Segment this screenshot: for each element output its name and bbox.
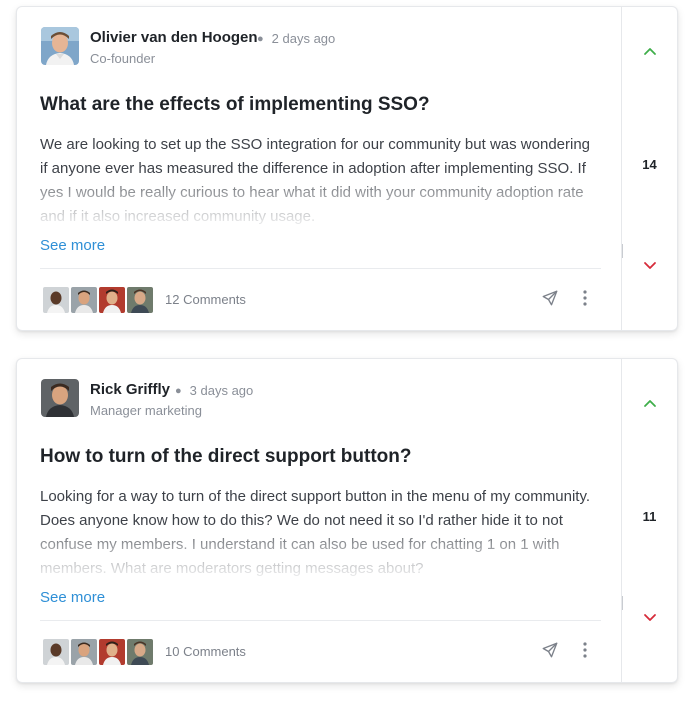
separator-dot: ● bbox=[257, 33, 264, 45]
vote-column: 14 bbox=[621, 7, 677, 330]
chevron-down-icon[interactable] bbox=[643, 259, 657, 277]
more-vertical-icon[interactable] bbox=[577, 640, 593, 665]
divider bbox=[40, 620, 601, 621]
post-time-text: 3 days ago bbox=[189, 383, 254, 398]
post-content: Rick Griffly ● 3 days ago Manager marketi… bbox=[17, 359, 624, 682]
post-card: Rick Griffly ● 3 days ago Manager marketi… bbox=[16, 358, 678, 683]
see-more-link[interactable]: See more bbox=[40, 589, 105, 606]
vote-count: 14 bbox=[642, 157, 657, 172]
vote-column: 11 bbox=[621, 359, 677, 682]
post-title[interactable]: How to turn of the direct support button… bbox=[40, 446, 412, 468]
post-time-text: 2 days ago bbox=[271, 31, 336, 46]
chevron-up-icon[interactable] bbox=[643, 396, 657, 414]
participant-avatar[interactable] bbox=[70, 638, 98, 666]
post-body: Looking for a way to turn of the direct … bbox=[40, 488, 591, 577]
author-avatar[interactable] bbox=[41, 27, 79, 65]
author-name[interactable]: Olivier van den Hoogen bbox=[90, 29, 258, 46]
divider bbox=[40, 268, 601, 269]
participant-avatar[interactable] bbox=[126, 638, 154, 666]
author-name[interactable]: Rick Griffly bbox=[90, 381, 170, 398]
post-time: ● 2 days ago bbox=[257, 31, 335, 46]
post-title[interactable]: What are the effects of implementing SSO… bbox=[40, 94, 430, 116]
participant-avatar[interactable] bbox=[70, 286, 98, 314]
participant-avatar[interactable] bbox=[42, 286, 70, 314]
chevron-up-icon[interactable] bbox=[643, 44, 657, 62]
send-icon[interactable] bbox=[541, 289, 559, 312]
post-time: ● 3 days ago bbox=[175, 383, 253, 398]
author-avatar[interactable] bbox=[41, 379, 79, 417]
vote-count: 11 bbox=[642, 509, 657, 524]
see-more-link[interactable]: See more bbox=[40, 237, 105, 254]
post-card: Olivier van den Hoogen ● 2 days ago Co-fo… bbox=[16, 6, 678, 331]
participant-avatar[interactable] bbox=[98, 638, 126, 666]
participant-avatar[interactable] bbox=[42, 638, 70, 666]
post-content: Olivier van den Hoogen ● 2 days ago Co-fo… bbox=[17, 7, 624, 330]
send-icon[interactable] bbox=[541, 641, 559, 664]
comments-count[interactable]: 10 Comments bbox=[165, 644, 246, 659]
post-body: We are looking to set up the SSO integra… bbox=[40, 136, 591, 225]
chevron-down-icon[interactable] bbox=[643, 611, 657, 629]
author-role: Manager marketing bbox=[90, 403, 202, 418]
author-role: Co-founder bbox=[90, 51, 156, 66]
participant-avatar[interactable] bbox=[126, 286, 154, 314]
separator-dot: ● bbox=[175, 385, 182, 397]
more-vertical-icon[interactable] bbox=[577, 288, 593, 313]
comments-count[interactable]: 12 Comments bbox=[165, 292, 246, 307]
participant-avatar[interactable] bbox=[98, 286, 126, 314]
